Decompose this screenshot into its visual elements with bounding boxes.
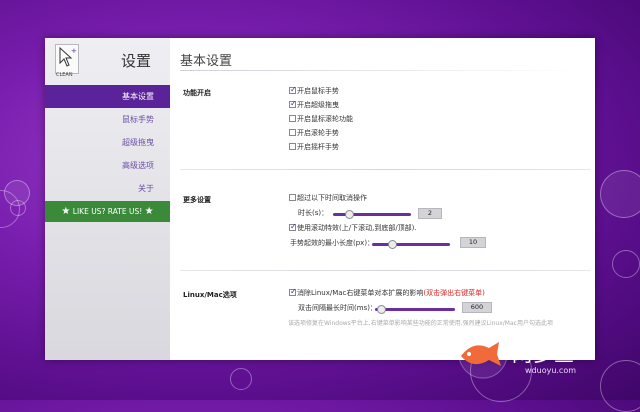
sidebar-item-basic[interactable]: 基本设置 [45, 85, 170, 108]
checkbox-unchecked[interactable] [289, 143, 296, 150]
option-label: 使用滚动特效(上/下滚动,到底部/顶部). [297, 224, 417, 232]
option-rocker-gesture[interactable]: 开启摇杆手势 [289, 142, 339, 153]
option-scroll-effect[interactable]: 使用滚动特效(上/下滚动,到底部/顶部). [289, 221, 417, 234]
interval-label: 双击间隔最长时间(ms)： [298, 304, 377, 312]
section-label-more: 更多设置 [183, 196, 211, 204]
checkbox-unchecked[interactable] [289, 194, 296, 201]
slider-handle[interactable] [345, 210, 354, 219]
option-label: 开启滚轮手势 [297, 129, 339, 137]
section-label-linux-mac: Linux/Mac选项 [183, 291, 237, 299]
star-icon: ★ [144, 206, 154, 217]
page-title: 基本设置 [180, 54, 233, 69]
bg-bubble [600, 360, 640, 412]
logo-area: + CLEAN 设置 [45, 38, 170, 82]
option-wheel-gesture[interactable]: 开启滚轮手势 [289, 128, 339, 139]
checkbox-checked[interactable] [289, 221, 297, 232]
option-linux-mac-fix[interactable]: 消除Linux/Mac右键菜单对本扩展的影响(双击弹出右键菜单) [289, 286, 485, 299]
slider-handle[interactable] [388, 240, 397, 249]
sidebar-item-advanced[interactable]: 高级选项 [45, 154, 170, 177]
option-timeout-cancel[interactable]: 超过以下时间取消操作 [289, 193, 367, 204]
interval-value: 600 [462, 302, 492, 313]
sidebar-item-mouse-gesture[interactable]: 鼠标手势 [45, 108, 170, 131]
option-wheel[interactable]: 开启鼠标滚轮功能 [289, 114, 353, 125]
rate-us-button[interactable]: ★ LIKE US? RATE US! ★ [45, 201, 170, 222]
option-label: 开启摇杆手势 [297, 143, 339, 151]
interval-slider[interactable] [375, 305, 455, 314]
bg-bubble [10, 200, 26, 216]
sidebar-nav: 基本设置 鼠标手势 超级拖曳 高级选项 关于 [45, 85, 170, 200]
duration-value: 2 [418, 208, 442, 219]
bg-bubble [600, 170, 640, 218]
bg-bubble [230, 368, 252, 390]
section-label-features: 功能开启 [183, 89, 211, 97]
min-length-label: 手势起效的最小长度(px)： [290, 239, 375, 247]
watermark-text: 网多鱼 [512, 342, 575, 366]
option-super-drag[interactable]: 开启超级拖曳 [289, 98, 339, 111]
checkbox-checked[interactable] [289, 84, 297, 95]
options-window: + CLEAN 设置 基本设置 鼠标手势 超级拖曳 高级选项 关于 ★ LIKE… [45, 38, 595, 360]
bg-bubble [612, 250, 640, 278]
option-label: 开启鼠标滚轮功能 [297, 115, 353, 123]
star-icon: ★ [61, 206, 71, 217]
option-label: 超过以下时间取消操作 [297, 194, 367, 202]
option-label: 开启鼠标手势 [297, 87, 339, 95]
main-panel: 基本设置 功能开启 开启鼠标手势 开启超级拖曳 开启鼠标滚轮功能 开启滚轮手势 … [170, 38, 595, 360]
duration-slider[interactable] [333, 210, 411, 219]
sidebar: + CLEAN 设置 基本设置 鼠标手势 超级拖曳 高级选项 关于 ★ LIKE… [45, 38, 170, 360]
section-divider [180, 270, 590, 271]
duration-label: 时长(s)： [298, 209, 329, 217]
section-divider [180, 169, 590, 170]
option-label: 消除Linux/Mac右键菜单对本扩展的影响 [297, 289, 424, 297]
svg-text:+: + [71, 47, 77, 55]
min-length-slider[interactable] [372, 240, 450, 249]
checkbox-checked[interactable] [289, 286, 297, 297]
checkbox-checked[interactable] [289, 98, 297, 109]
rate-us-label: LIKE US? RATE US! [72, 207, 143, 216]
watermark-url: wduoyu.com [525, 366, 577, 375]
option-mouse-gesture[interactable]: 开启鼠标手势 [289, 84, 339, 97]
clean-logo: + [55, 44, 79, 74]
logo-caption: CLEAN [56, 72, 73, 78]
option-highlight: (双击弹出右键菜单) [423, 289, 485, 297]
sidebar-title: 设置 [121, 52, 152, 70]
sidebar-item-super-drag[interactable]: 超级拖曳 [45, 131, 170, 154]
min-length-value: 10 [460, 237, 486, 248]
slider-handle[interactable] [377, 305, 386, 314]
sidebar-item-about[interactable]: 关于 [45, 177, 170, 200]
checkbox-unchecked[interactable] [289, 115, 296, 122]
title-divider [180, 70, 580, 71]
checkbox-unchecked[interactable] [289, 129, 296, 136]
option-label: 开启超级拖曳 [297, 101, 339, 109]
